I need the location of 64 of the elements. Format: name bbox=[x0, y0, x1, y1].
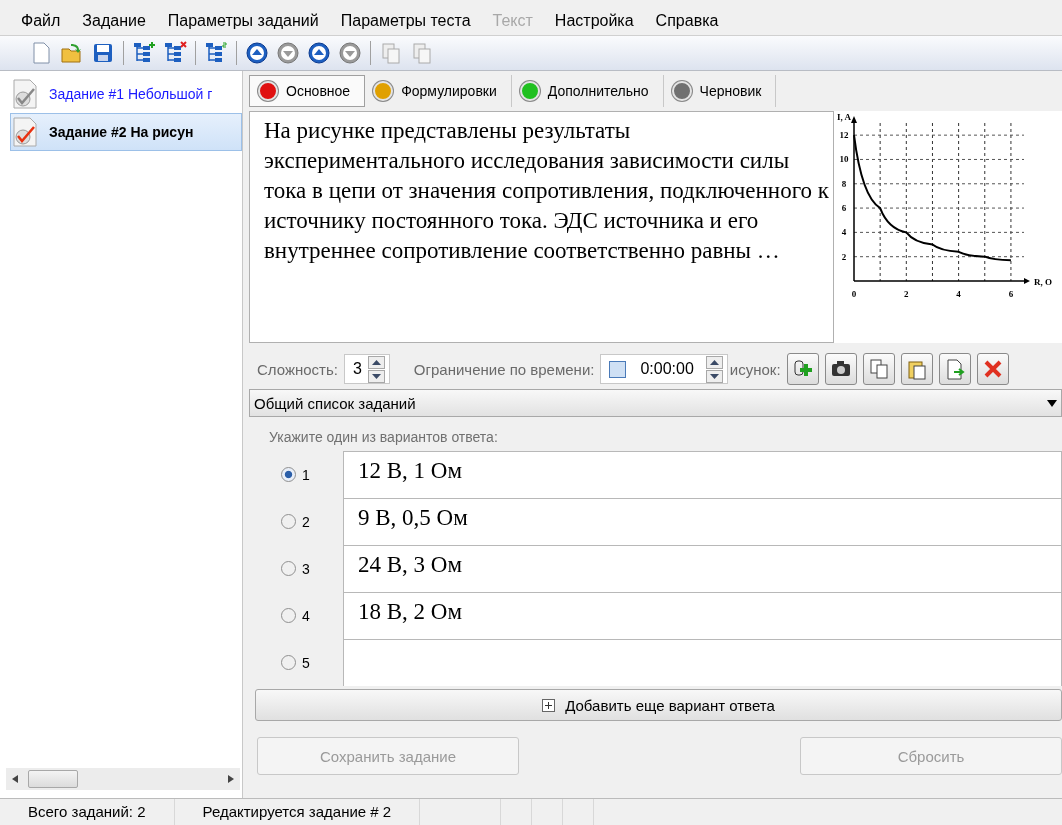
paste-icon bbox=[905, 358, 928, 380]
copy-icon bbox=[867, 358, 890, 380]
answer-radio[interactable]: 3 bbox=[249, 545, 343, 592]
status-text: Всего заданий: 2 bbox=[0, 799, 175, 825]
menu-item[interactable]: Параметры заданий bbox=[156, 12, 330, 35]
axis-label: I, A bbox=[837, 112, 851, 122]
answer-field[interactable]: 24 В, 3 Ом bbox=[343, 545, 1062, 592]
hint-text: Укажите один из вариантов ответа: bbox=[268, 428, 499, 447]
tick-label: 4 bbox=[841, 227, 847, 238]
task-item[interactable]: Задание #2 На рисун bbox=[10, 113, 242, 151]
answer-radio[interactable]: 5 bbox=[249, 639, 343, 686]
answer-radio[interactable]: 2 bbox=[249, 498, 343, 545]
tab[interactable]: Основное bbox=[249, 75, 366, 107]
copy-picture-button[interactable] bbox=[862, 353, 895, 385]
tab[interactable]: Черновик bbox=[663, 75, 777, 107]
menu-item[interactable]: Задание bbox=[71, 12, 157, 35]
add-picture-button[interactable] bbox=[786, 353, 819, 385]
label: Ограничение по времени: bbox=[413, 360, 595, 378]
arrow-up-icon[interactable] bbox=[244, 40, 270, 66]
menu-item[interactable]: Файл bbox=[10, 12, 72, 35]
difficulty-spinner[interactable]: 3 bbox=[343, 354, 390, 384]
tick-label: 4 bbox=[956, 289, 961, 299]
answer-field[interactable]: 9 В, 0,5 Ом bbox=[343, 498, 1062, 545]
axis-label: R, О bbox=[1034, 277, 1052, 287]
tick-label: 8 bbox=[841, 178, 847, 189]
answer-field[interactable] bbox=[343, 639, 1062, 686]
menu-item[interactable]: Настройка bbox=[543, 12, 645, 35]
answer-radio[interactable]: 4 bbox=[249, 592, 343, 639]
tab[interactable]: Дополнительно bbox=[511, 75, 664, 107]
tab[interactable]: Формулировки bbox=[365, 75, 512, 107]
spin-up-icon[interactable] bbox=[367, 355, 385, 369]
tick-label: 12 bbox=[839, 130, 849, 141]
tick-label: 10 bbox=[839, 154, 849, 165]
answer-field[interactable]: 12 В, 1 Ом bbox=[343, 451, 1062, 498]
dropdown-arrow-icon bbox=[1047, 399, 1057, 407]
horizontal-scrollbar[interactable] bbox=[6, 768, 240, 790]
label: исунок: bbox=[729, 360, 781, 378]
arrow-up-icon[interactable] bbox=[306, 40, 332, 66]
scroll-right-icon[interactable] bbox=[228, 775, 234, 783]
time-spinner[interactable]: 0:00:00 bbox=[600, 354, 728, 384]
scroll-left-icon[interactable] bbox=[12, 775, 18, 783]
tick-label: 6 bbox=[1008, 289, 1014, 299]
paste-picture-button[interactable] bbox=[900, 353, 933, 385]
answer-field[interactable]: 18 В, 2 Ом bbox=[343, 592, 1062, 639]
label: Сложность: bbox=[257, 360, 338, 378]
task-list-dropdown[interactable]: Общий список заданий bbox=[249, 389, 1062, 417]
add-answer-button[interactable]: Добавить еще вариант ответа bbox=[255, 689, 1062, 721]
status-text: Редактируется задание # 2 bbox=[174, 799, 421, 825]
answer-radio[interactable]: 1 bbox=[249, 451, 343, 498]
camera-picture-button[interactable] bbox=[824, 353, 857, 385]
tick-label: 2 bbox=[841, 251, 847, 262]
tick-label: 6 bbox=[841, 203, 847, 214]
delete-picture-button[interactable] bbox=[976, 353, 1009, 385]
menu-item[interactable]: Справка bbox=[644, 12, 730, 35]
tick-label: 2 bbox=[904, 289, 909, 299]
menu-item[interactable]: Параметры теста bbox=[329, 12, 482, 35]
spin-up-icon[interactable] bbox=[705, 355, 723, 369]
export-picture-button[interactable] bbox=[938, 353, 971, 385]
tick-label: 0 bbox=[851, 289, 857, 299]
spin-down-icon[interactable] bbox=[367, 369, 385, 383]
spin-down-icon[interactable] bbox=[705, 369, 723, 383]
question-text: На рисунке представлены результаты экспериментального исследования зависимости силы тока в цепи от значения сопротивления, подключенного к источнику постоянного тока. ЭДС источника и его внутреннее сопротивление соответственно равны … bbox=[249, 111, 834, 343]
plus-icon bbox=[542, 698, 556, 712]
task-item[interactable]: Задание #1 Небольшой г bbox=[10, 75, 242, 113]
